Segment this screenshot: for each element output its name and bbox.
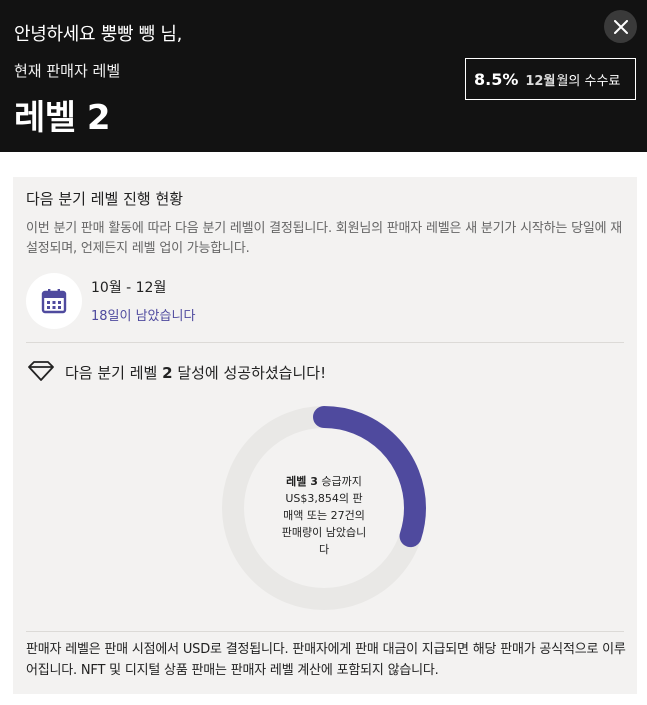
fee-badge: 8.5% 12월 월의 수수료 xyxy=(465,58,636,100)
calendar-badge xyxy=(26,273,82,329)
fee-month: 12월 xyxy=(525,73,556,89)
calendar-icon xyxy=(41,289,67,314)
header: 안녕하세요 뿡빵 뺑 님, 현재 판매자 레벨 레벨 2 8.5% 12월 월의… xyxy=(0,0,647,152)
divider xyxy=(26,342,624,343)
close-button[interactable] xyxy=(604,10,637,43)
progress-description: 이번 분기 판매 활동에 따라 다음 분기 레벨이 결정됩니다. 회원님의 판매… xyxy=(26,221,623,256)
progress-panel: 다음 분기 레벨 진행 현황 이번 분기 판매 활동에 따라 다음 분기 레벨이… xyxy=(13,177,637,694)
divider xyxy=(26,631,624,632)
progress-title: 다음 분기 레벨 진행 현황 xyxy=(26,190,184,208)
days-left: 18일이 남았습니다 xyxy=(91,305,195,324)
diamond-icon xyxy=(28,361,54,381)
days-left-text: 일이 남았습니다 xyxy=(107,309,196,324)
days-left-number: 18 xyxy=(91,309,108,324)
current-level-title: 레벨 2 xyxy=(14,98,111,138)
quarter-period: 10월 - 12월 xyxy=(91,280,167,296)
achievement-message: 다음 분기 레벨 2 달성에 성공하셨습니다! xyxy=(65,362,326,383)
close-icon xyxy=(613,19,628,34)
footnote: 판매자 레벨은 판매 시점에서 USD로 결정됩니다. 판매자에게 판매 대금이… xyxy=(26,642,626,678)
greeting: 안녕하세요 뿡빵 뺑 님, xyxy=(14,24,183,45)
donut-center-text: 레벨 3 승급까지 US$3,854의 판매액 또는 27건의 판매량이 남았습… xyxy=(281,473,367,558)
current-level-caption: 현재 판매자 레벨 xyxy=(14,62,121,80)
fee-label: 월의 수수료 xyxy=(556,73,621,89)
achievement-prefix: 다음 분기 레벨 xyxy=(65,364,163,382)
donut-level: 레벨 3 xyxy=(286,475,318,488)
achievement-suffix: 달성에 성공하셨습니다! xyxy=(172,364,327,382)
achievement-level: 2 xyxy=(162,364,173,382)
fee-rate: 8.5% xyxy=(474,69,519,89)
